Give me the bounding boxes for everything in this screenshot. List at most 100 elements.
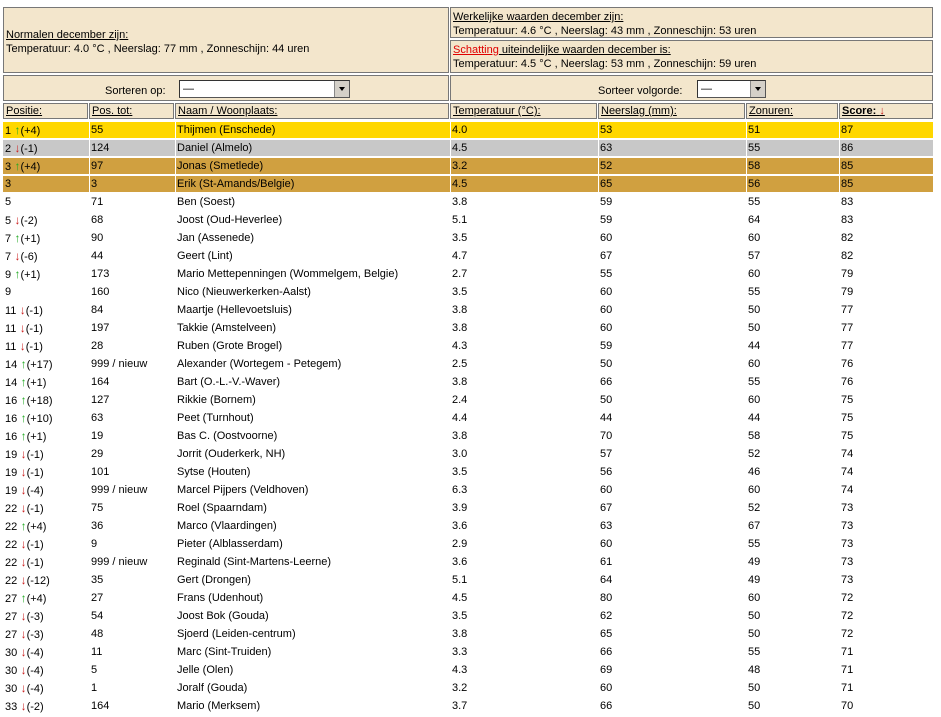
table-row: 22 ↓(-1) 75 Roel (Spaarndam) 3.9 67 52 73 xyxy=(3,500,933,516)
temperature-cell: 2.9 xyxy=(452,538,468,550)
sort-select[interactable]: — xyxy=(179,80,350,98)
total-position-cell: 197 xyxy=(91,322,110,334)
score-cell: 74 xyxy=(841,466,854,478)
temperature-cell: 3.5 xyxy=(452,286,468,298)
score-cell: 74 xyxy=(841,484,854,496)
actual-text: Temperatuur: 4.6 °C , Neerslag: 43 mm , … xyxy=(453,25,757,37)
name-cell: Jonas (Smetlede) xyxy=(177,160,264,172)
score-cell: 82 xyxy=(841,250,854,262)
score-cell: 83 xyxy=(841,196,854,208)
col-header-name[interactable]: Naam / Woonplaats: xyxy=(175,103,449,119)
position-number: 11 xyxy=(5,323,17,335)
col-header-temp[interactable]: Temperatuur (°C): xyxy=(450,103,597,119)
chevron-down-icon[interactable] xyxy=(334,81,349,97)
rain-cell: 80 xyxy=(600,592,613,604)
rain-cell: 57 xyxy=(600,448,613,460)
table-row: 16 ↑(+1) 19 Bas C. (Oostvoorne) 3.8 70 58 75 xyxy=(3,428,933,444)
sun-hours-cell: 56 xyxy=(748,178,761,190)
position-change: (-4) xyxy=(26,683,44,695)
total-position-cell: 999 / nieuw xyxy=(91,358,148,370)
position-change: (-12) xyxy=(26,575,50,587)
cell-separator xyxy=(175,122,176,138)
temperature-cell: 3.3 xyxy=(452,646,468,658)
cell-separator xyxy=(598,140,599,156)
position-number: 16 xyxy=(5,395,18,407)
cell-separator xyxy=(598,158,599,174)
name-cell: Takkie (Amstelveen) xyxy=(177,322,277,334)
cell-separator xyxy=(175,158,176,174)
total-position-cell: 44 xyxy=(91,250,104,262)
position-cell: 5 ↓(-2) xyxy=(5,214,38,228)
position-number: 19 xyxy=(5,467,18,479)
normals-heading: Normalen december zijn: xyxy=(6,29,129,41)
score-cell: 72 xyxy=(841,592,854,604)
col-header-score[interactable]: Score: ↓ xyxy=(839,103,933,119)
table-row: 1 ↑(+4) 55 Thijmen (Enschede) 4.0 53 51 87 xyxy=(3,122,933,138)
table-row: 7 ↓(-6) 44 Geert (Lint) 4.7 67 57 82 xyxy=(3,248,933,264)
rain-cell: 53 xyxy=(600,124,613,136)
temperature-cell: 3.8 xyxy=(452,430,468,442)
sun-hours-cell: 48 xyxy=(748,664,761,676)
position-change: (-6) xyxy=(20,251,38,263)
sun-hours-cell: 50 xyxy=(748,304,761,316)
temperature-cell: 3.8 xyxy=(452,628,468,640)
order-select[interactable]: — xyxy=(697,80,766,98)
cell-separator xyxy=(839,122,840,138)
rain-cell: 60 xyxy=(600,322,613,334)
col-header-pos[interactable]: Positie: xyxy=(3,103,88,119)
temperature-cell: 4.5 xyxy=(452,142,468,154)
arrow-up-icon: ↑ xyxy=(17,411,27,425)
cell-separator xyxy=(746,140,747,156)
arrow-up-icon: ↑ xyxy=(17,519,27,533)
sun-hours-cell: 49 xyxy=(748,574,761,586)
sun-hours-cell: 51 xyxy=(748,124,761,136)
cell-separator xyxy=(839,158,840,174)
score-cell: 87 xyxy=(841,124,854,136)
table-row: 5 71 Ben (Soest) 3.8 59 55 83 xyxy=(3,194,933,210)
position-change: (+4) xyxy=(20,161,41,173)
rain-cell: 70 xyxy=(600,430,613,442)
arrow-down-icon: ↓ xyxy=(17,465,27,479)
position-change: (-1) xyxy=(25,341,43,353)
sun-hours-cell: 55 xyxy=(748,646,761,658)
col-header-postot[interactable]: Pos. tot: xyxy=(89,103,174,119)
name-cell: Jan (Assenede) xyxy=(177,232,255,244)
name-cell: Rikkie (Bornem) xyxy=(177,394,256,406)
sun-hours-cell: 50 xyxy=(748,628,761,640)
position-cell: 27 ↑(+4) xyxy=(5,592,46,606)
position-cell: 19 ↓(-4) xyxy=(5,484,44,498)
sun-hours-cell: 52 xyxy=(748,448,761,460)
position-number: 22 xyxy=(5,539,18,551)
position-cell: 9 ↑(+1) xyxy=(5,268,40,282)
cell-separator xyxy=(89,122,90,138)
position-change: (-1) xyxy=(20,143,38,155)
sort-panel: Sorteren op: — xyxy=(3,75,449,101)
position-number: 22 xyxy=(5,575,18,587)
temperature-cell: 3.6 xyxy=(452,556,468,568)
position-cell: 22 ↑(+4) xyxy=(5,520,46,534)
temperature-cell: 3.8 xyxy=(452,196,468,208)
position-number: 5 xyxy=(5,196,12,208)
sun-hours-cell: 55 xyxy=(748,538,761,550)
score-cell: 76 xyxy=(841,376,854,388)
chevron-down-icon[interactable] xyxy=(750,81,765,97)
position-change: (-1) xyxy=(26,539,44,551)
arrow-down-icon: ↓ xyxy=(16,321,26,335)
total-position-cell: 63 xyxy=(91,412,104,424)
rain-cell: 60 xyxy=(600,286,613,298)
cell-separator xyxy=(450,158,451,174)
position-number: 22 xyxy=(5,521,18,533)
rain-cell: 44 xyxy=(600,412,613,424)
col-header-rain[interactable]: Neerslag (mm): xyxy=(598,103,745,119)
position-change: (-3) xyxy=(26,629,44,641)
temperature-cell: 5.1 xyxy=(452,574,468,586)
name-cell: Frans (Udenhout) xyxy=(177,592,264,604)
position-number: 27 xyxy=(5,629,18,641)
rain-cell: 55 xyxy=(600,268,613,280)
rain-cell: 63 xyxy=(600,142,613,154)
col-header-sun[interactable]: Zonuren: xyxy=(746,103,838,119)
position-cell: 11 ↓(-1) xyxy=(5,304,43,318)
table-row: 7 ↑(+1) 90 Jan (Assenede) 3.5 60 60 82 xyxy=(3,230,933,246)
name-cell: Joralf (Gouda) xyxy=(177,682,248,694)
position-change: (-4) xyxy=(26,485,44,497)
